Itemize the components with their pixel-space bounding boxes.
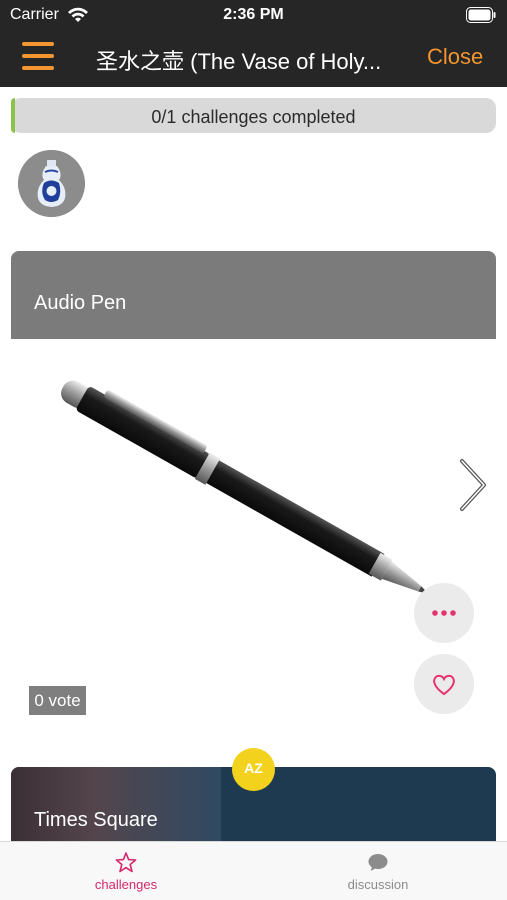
close-button[interactable]: Close [427, 44, 483, 70]
battery-icon [466, 7, 496, 23]
progress-label: 0/1 challenges completed [151, 107, 356, 127]
nav-bar: 圣水之壶 (The Vase of Holy... Close [0, 30, 507, 87]
menu-icon[interactable] [22, 42, 54, 72]
times-square-photo [11, 767, 221, 847]
like-button[interactable] [414, 654, 474, 714]
clock: 2:36 PM [223, 6, 284, 23]
heart-icon [433, 674, 455, 696]
author-badge[interactable]: AZ [232, 748, 275, 791]
tab-label-challenges: challenges [94, 877, 158, 892]
challenge-title-2: Times Square [34, 809, 158, 831]
tab-discussion[interactable]: discussion [298, 842, 458, 900]
vase-avatar[interactable] [18, 150, 85, 217]
challenge-progress-bar: 0/1 challenges completed [11, 98, 496, 133]
progress-accent [11, 98, 15, 133]
more-dots-icon [432, 610, 456, 616]
more-options-button[interactable] [414, 583, 474, 643]
next-chevron-icon[interactable] [452, 455, 492, 515]
chat-bubble-icon [368, 854, 388, 871]
status-bar: Carrier 2:36 PM [0, 0, 507, 30]
challenge-card-header[interactable]: Audio Pen [11, 251, 496, 339]
vase-image [18, 150, 85, 217]
challenge-title: Audio Pen [34, 292, 127, 314]
top-header: Carrier 2:36 PM 圣水之壶 (The Vase of Holy..… [0, 0, 507, 87]
page-title: 圣水之壶 (The Vase of Holy... [96, 49, 382, 74]
tab-label-discussion: discussion [347, 877, 409, 892]
tab-challenges[interactable]: challenges [46, 842, 206, 900]
vote-count: 0 vote [29, 686, 86, 715]
star-icon [115, 852, 137, 873]
tab-bar: challenges discussion [0, 841, 507, 900]
